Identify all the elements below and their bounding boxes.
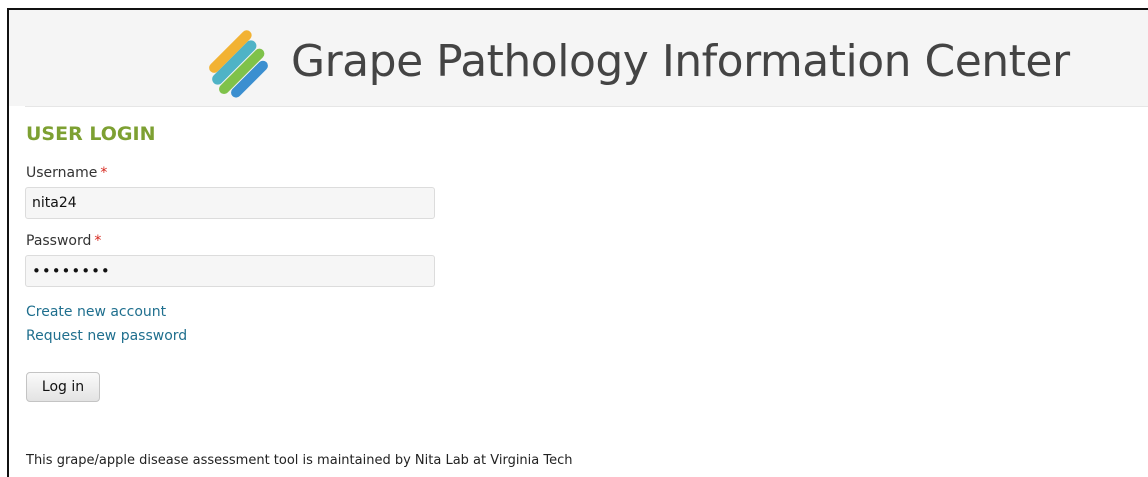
request-password-link[interactable]: Request new password: [26, 328, 187, 344]
password-field[interactable]: ••••••••: [25, 255, 435, 287]
create-account-link[interactable]: Create new account: [26, 304, 166, 320]
grape-stripes-logo-icon[interactable]: [201, 25, 281, 105]
username-label: Username *: [26, 165, 108, 181]
login-content: USER LOGIN Username* Password* •••••••• …: [25, 106, 1148, 477]
required-marker: *: [94, 233, 102, 249]
password-label: Password *: [26, 233, 102, 249]
site-title[interactable]: Grape Pathology Information Center: [291, 36, 1070, 87]
username-field[interactable]: [25, 187, 435, 219]
login-heading: USER LOGIN: [26, 123, 156, 145]
site-header: Grape Pathology Information Center: [9, 10, 1148, 106]
login-button[interactable]: Log in: [26, 372, 100, 402]
footer-text: This grape/apple disease assessment tool…: [26, 453, 573, 468]
required-marker: *: [100, 165, 108, 181]
page-frame: Grape Pathology Information Center USER …: [7, 8, 1148, 477]
